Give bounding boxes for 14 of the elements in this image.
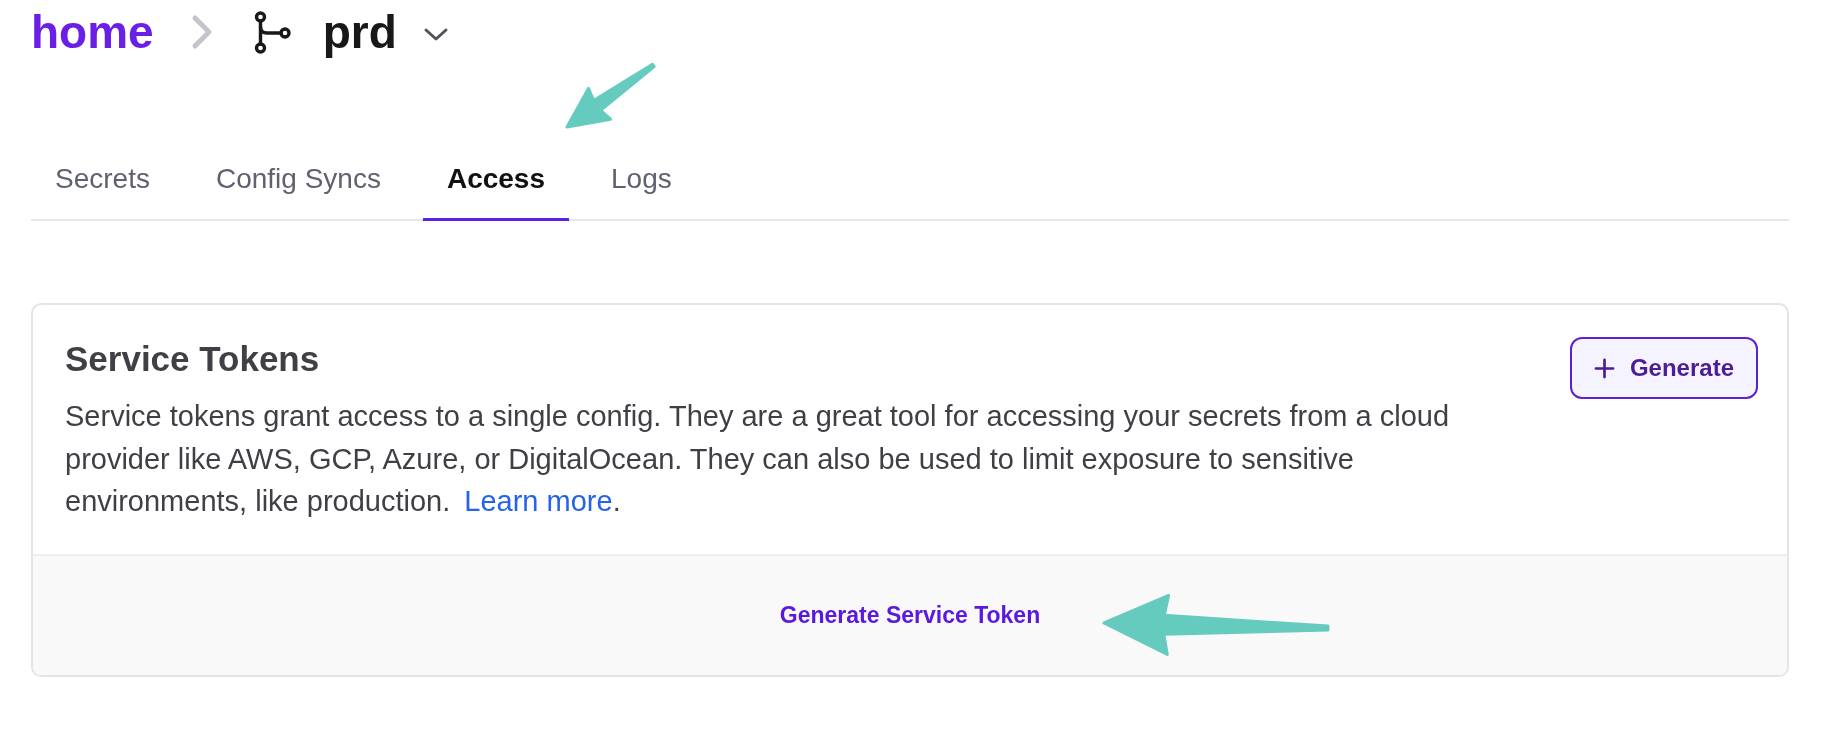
tab[interactable]: Access (422, 140, 569, 221)
home-breadcrumb-link[interactable]: home (31, 4, 154, 60)
plus-icon (1593, 357, 1615, 379)
project-name: prd (322, 5, 397, 60)
learn-more-link[interactable]: Learn more (464, 485, 613, 517)
description-text: Service tokens grant access to a single config. They are a great tool for accessing your secrets from a cloud provider like AWS, GCP, Azure, or DigitalOcean. They can also be used to limit exposure to sensitive environments, like production. Learn more. (65, 399, 1451, 519)
tab[interactable]: Logs (587, 140, 696, 221)
tab[interactable]: Secrets (31, 140, 174, 221)
generate-service-token-link[interactable]: Generate Service Token (779, 601, 1041, 629)
card-title: Service Tokens (65, 338, 321, 380)
generate-button[interactable]: Generate (1569, 337, 1758, 399)
tab[interactable]: Config Syncs (191, 140, 405, 221)
branch-icon (253, 10, 292, 54)
chevron-down-icon[interactable] (422, 26, 449, 42)
